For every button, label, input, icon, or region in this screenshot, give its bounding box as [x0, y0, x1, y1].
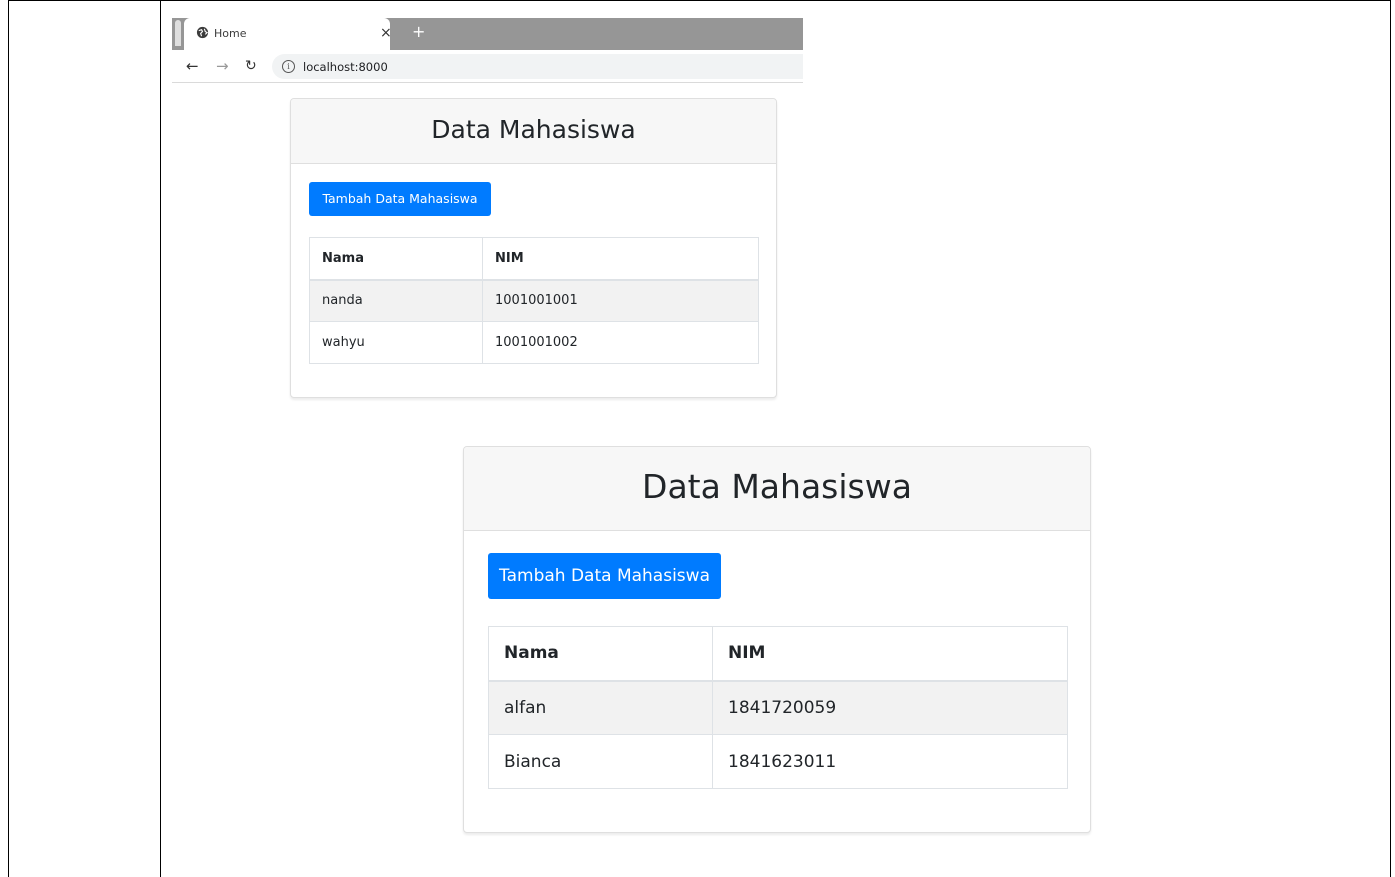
reload-icon[interactable]: ↻ — [245, 58, 257, 74]
table-header-row: Nama NIM — [488, 626, 1068, 682]
cell-nim: 1841623011 — [712, 734, 1068, 789]
table-row: nanda 1001001001 — [309, 279, 759, 322]
column-divider — [160, 0, 161, 877]
forward-arrow-icon[interactable]: → — [216, 58, 229, 74]
url-text: localhost:8000 — [303, 60, 388, 74]
tab-title: Home — [214, 27, 247, 40]
browser-window: Home × + ← → ↻ i localhost:8000 — [172, 18, 803, 84]
tab-home[interactable]: Home × — [184, 18, 392, 50]
student-table: Nama NIM alfan 1841720059 Bianca 1841623… — [488, 626, 1068, 789]
cell-nim: 1001001001 — [482, 279, 759, 322]
data-mahasiswa-card-large: Data Mahasiswa Tambah Data Mahasiswa Nam… — [463, 446, 1091, 833]
tab-edge — [175, 20, 181, 46]
card-title: Data Mahasiswa — [291, 99, 776, 164]
back-arrow-icon[interactable]: ← — [186, 58, 199, 74]
student-table: Nama NIM nanda 1001001001 wahyu 10010010… — [309, 237, 759, 364]
column-header-nim: NIM — [712, 626, 1068, 682]
address-bar[interactable]: i localhost:8000 — [272, 54, 803, 79]
column-header-nama: Nama — [309, 237, 483, 281]
card-title: Data Mahasiswa — [464, 447, 1090, 531]
info-icon[interactable]: i — [282, 60, 295, 73]
cell-nama: alfan — [488, 680, 713, 735]
table-row: Bianca 1841623011 — [488, 734, 1068, 789]
cell-nim: 1001001002 — [482, 321, 759, 364]
column-header-nama: Nama — [488, 626, 713, 682]
plus-icon[interactable]: + — [412, 23, 425, 41]
globe-icon — [196, 26, 209, 39]
cell-nama: nanda — [309, 279, 483, 322]
table-row: alfan 1841720059 — [488, 680, 1068, 735]
add-student-button[interactable]: Tambah Data Mahasiswa — [488, 553, 721, 599]
cell-nim: 1841720059 — [712, 680, 1068, 735]
table-header-row: Nama NIM — [309, 237, 759, 281]
cell-nama: wahyu — [309, 321, 483, 364]
table-row: wahyu 1001001002 — [309, 321, 759, 364]
close-icon[interactable]: × — [380, 25, 392, 41]
cell-nama: Bianca — [488, 734, 713, 789]
add-student-button[interactable]: Tambah Data Mahasiswa — [309, 182, 491, 216]
data-mahasiswa-card-small: Data Mahasiswa Tambah Data Mahasiswa Nam… — [290, 98, 777, 398]
column-header-nim: NIM — [482, 237, 759, 281]
address-bar-row: ← → ↻ i localhost:8000 — [172, 50, 803, 83]
